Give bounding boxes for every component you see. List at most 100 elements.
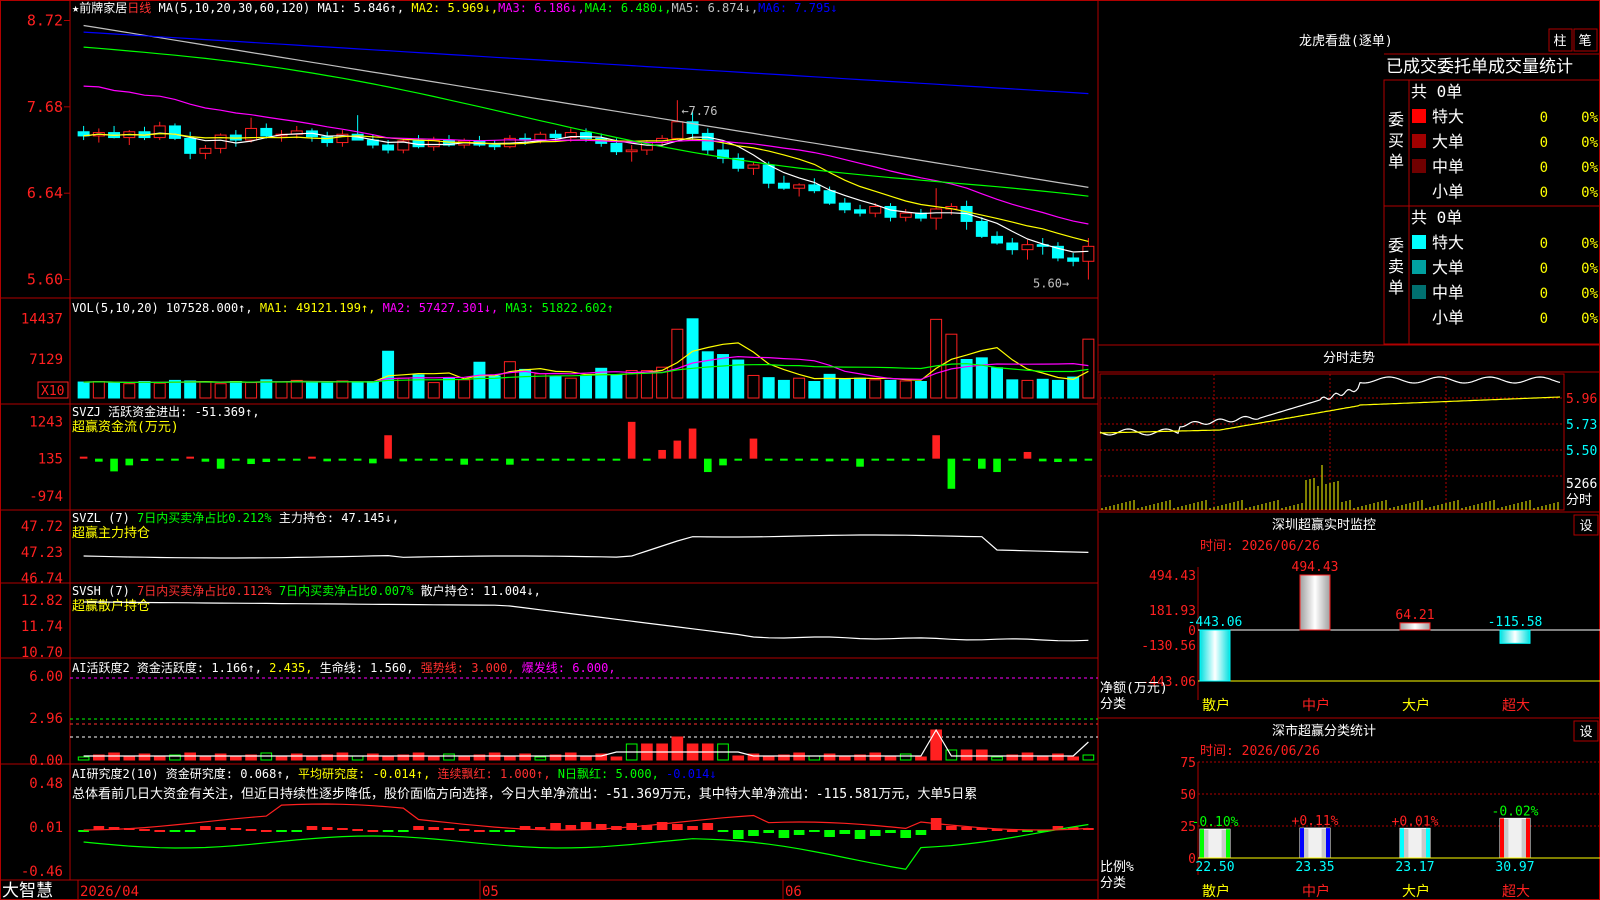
date-label: 05 — [482, 884, 499, 900]
ma5-line — [83, 24, 1089, 188]
svzj-panel[interactable]: SVZJ 活跃资金进出: -51.369↑,超赢资金流(万元) 1243 135 -9… — [29, 404, 1093, 505]
candle-body — [701, 132, 714, 151]
lhb-row-label: 小单 — [1432, 182, 1464, 201]
flow-bar — [810, 458, 819, 461]
flow-bar — [460, 458, 469, 465]
candle-body — [671, 121, 684, 139]
svsh-header: SVSH (7) 7日内买卖净占比0.112% 7日内买卖净占比0.007% 散… — [72, 583, 541, 598]
active-bar — [1067, 756, 1079, 761]
active-bar — [138, 753, 151, 761]
lhb-swatch — [1412, 159, 1426, 173]
flow-bar — [186, 456, 194, 459]
svzl-panel[interactable]: SVZL (7) 7日内买卖净占比0.212% 主力持仓: 47.145↓,超赢… — [21, 510, 1089, 587]
class-cat: 中户 — [1302, 883, 1330, 900]
volume-bar — [838, 378, 851, 399]
active-bar — [823, 753, 836, 761]
header-part: VOL(5,10,20) — [72, 301, 166, 315]
ma2-line — [83, 132, 1089, 242]
volume-bar — [519, 368, 532, 399]
lhb-side-char: 单 — [1388, 152, 1404, 171]
kline-panel[interactable]: ★前牌家居日线 MA(5,10,20,30,60,120) MA1: 5.846… — [27, 0, 1095, 291]
lhb-row-value: 0 — [1540, 261, 1548, 277]
active-bar — [519, 753, 531, 761]
flow-bar — [764, 458, 773, 461]
brand-logo: 大智慧 — [2, 881, 53, 900]
monitor-y-label: -130.56 — [1141, 639, 1196, 654]
monitor-bar-label: -115.58 — [1488, 615, 1543, 630]
volume-bar — [458, 379, 471, 399]
candle-body — [1021, 244, 1034, 251]
flow-bar — [1054, 458, 1062, 463]
research-bar — [337, 828, 348, 830]
research-bar — [352, 829, 363, 831]
flow-bar — [1038, 458, 1047, 462]
header-part: 生命线: 1.560, — [313, 660, 414, 675]
lhb-row-label: 中单 — [1432, 283, 1464, 302]
lhb-swatch — [1412, 260, 1426, 274]
research-bar — [382, 830, 394, 832]
header-part: 日线 — [127, 1, 151, 15]
right-sidebar: 龙虎看盘(逐单) 柱笔已成交委托单成交量统计委买单共 0单特大 0 0%大单 0 0%中单… — [1098, 28, 1600, 900]
volume-bar — [869, 379, 882, 399]
flow-bar — [566, 458, 575, 461]
research-bar — [687, 826, 698, 830]
flow-bar — [612, 458, 621, 461]
research-bar — [1006, 830, 1018, 832]
research-bar — [291, 830, 303, 832]
research-bar — [184, 830, 196, 832]
flow-bar — [429, 458, 438, 461]
candle-body — [1006, 242, 1019, 251]
flow-bar — [749, 438, 758, 459]
active-bar — [610, 756, 623, 761]
active-bar — [367, 753, 379, 761]
research-bar — [215, 827, 226, 830]
flow-bar — [841, 458, 849, 461]
ai-active-y-label: 2.96 — [29, 711, 63, 727]
volume-bar — [930, 318, 943, 399]
volume-bar — [229, 381, 242, 399]
monitor-cat: 大户 — [1402, 697, 1430, 714]
fenshi-y-label: 5.96 — [1566, 392, 1597, 407]
class-bar-core — [1408, 828, 1422, 858]
header-part: -0.014↓ — [659, 767, 717, 781]
volume-bar — [914, 381, 927, 399]
svzl-subtitle: 超赢主力持仓 — [72, 525, 150, 541]
ai-research-panel[interactable]: AI研究度2(10) 资金研究度: 0.068↑, 平均研究度: -0.014↑… — [21, 766, 1094, 880]
flow-bar — [110, 458, 118, 472]
research-bar — [550, 823, 561, 830]
kline-header: ★前牌家居日线 MA(5,10,20,30,60,120) MA1: 5.846… — [72, 0, 838, 15]
volume-bar — [1006, 379, 1019, 399]
class-change-label: +0.01% — [1392, 814, 1439, 829]
svsh-panel[interactable]: SVSH (7) 7日内买卖净占比0.112% 7日内买卖净占比0.007% 散… — [21, 583, 1089, 661]
header-part: N日飘红: 5.000, — [551, 766, 659, 781]
flow-bar — [947, 458, 956, 489]
research-bar — [367, 830, 379, 832]
volume-bar — [473, 361, 486, 399]
header-part: SVZL (7) — [72, 511, 137, 525]
flow-bar — [155, 458, 164, 461]
active-bar — [1082, 754, 1095, 761]
volume-bar — [488, 375, 501, 399]
monitor-bar-label: -443.06 — [1188, 615, 1243, 630]
research-bar — [793, 830, 805, 835]
lhb-header: 已成交委托单成交量统计 — [1386, 57, 1573, 77]
volume-panel[interactable]: VOL(5,10,20) 107528.000↑, MA1: 49121.199… — [21, 301, 1095, 399]
flow-bar — [886, 458, 895, 461]
volume-bar — [854, 377, 867, 399]
ai-active-panel[interactable]: AI活跃度2 资金活跃度: 1.166↑, 2.435, 生命线: 1.560,… — [29, 660, 1098, 769]
retail-holding-line — [83, 601, 1089, 642]
volume-bar — [214, 383, 227, 399]
flow-bar — [445, 458, 453, 461]
candle-body — [777, 182, 790, 189]
active-bar — [230, 756, 242, 761]
header-part: MA1: 49121.199↑, — [253, 301, 376, 315]
lhb-side-char: 卖 — [1388, 257, 1404, 276]
research-bar — [230, 828, 242, 830]
header-part: 平均研究度: -0.014↑, — [291, 766, 430, 781]
active-bar — [77, 756, 90, 761]
fenshi-vol-unit: 分时 — [1566, 493, 1592, 508]
volume-bar — [945, 333, 958, 399]
research-bar — [748, 830, 759, 836]
candle-body — [747, 164, 760, 169]
class-bar-edge — [1200, 829, 1204, 858]
